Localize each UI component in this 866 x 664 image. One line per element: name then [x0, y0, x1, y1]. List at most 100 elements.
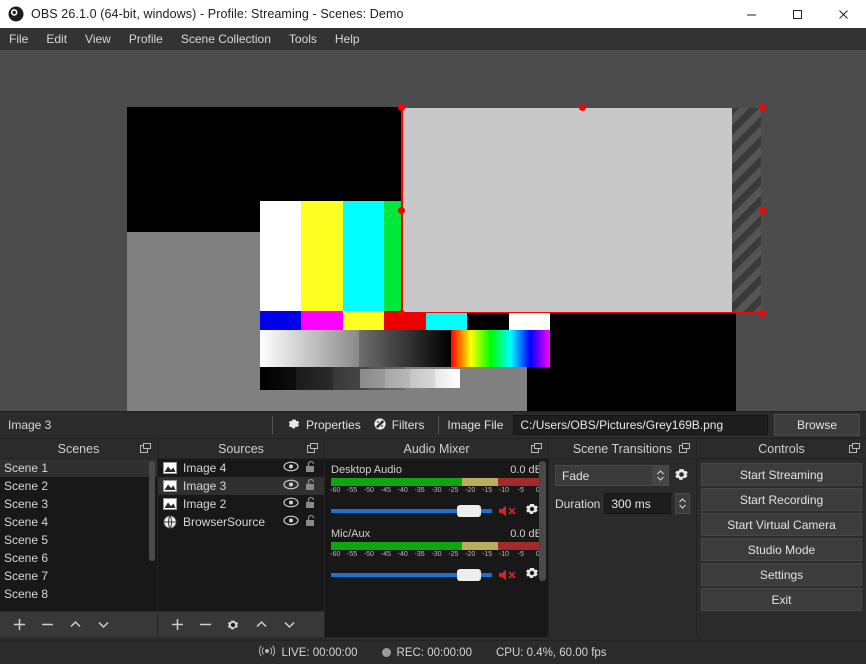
- move-scene-up-button[interactable]: [62, 614, 88, 636]
- scene-transitions-dock-title: Scene Transitions: [549, 439, 696, 459]
- float-dock-icon[interactable]: [679, 443, 690, 454]
- volume-slider-knob[interactable]: [456, 504, 481, 517]
- scenes-scrollbar[interactable]: [149, 461, 155, 561]
- settings-button[interactable]: Settings: [701, 563, 862, 586]
- scenes-title-label: Scenes: [57, 441, 100, 456]
- menu-help[interactable]: Help: [326, 28, 369, 50]
- remove-scene-button[interactable]: [34, 614, 60, 636]
- float-dock-icon[interactable]: [849, 443, 860, 454]
- volume-slider-desktop-audio[interactable]: [331, 504, 492, 518]
- properties-button[interactable]: Properties: [281, 415, 367, 436]
- remove-source-button[interactable]: [192, 614, 218, 636]
- source-image-3-selected[interactable]: [401, 107, 762, 313]
- menu-scene-collection[interactable]: Scene Collection: [172, 28, 280, 50]
- selected-source-name: Image 3: [8, 418, 52, 432]
- unlock-icon[interactable]: [305, 478, 319, 494]
- unlock-icon[interactable]: [305, 460, 319, 476]
- preview-canvas[interactable]: [127, 103, 766, 411]
- grayscale-step-wedge-bright: [360, 369, 460, 388]
- menu-profile[interactable]: Profile: [120, 28, 172, 50]
- scenes-dock-title: Scenes: [0, 439, 157, 459]
- browse-button[interactable]: Browse: [774, 414, 860, 436]
- filters-icon: [373, 417, 387, 434]
- mute-button-desktop-audio[interactable]: [498, 504, 518, 518]
- image-file-label: Image File: [447, 418, 504, 432]
- start-virtual-camera-button[interactable]: Start Virtual Camera: [701, 513, 862, 536]
- add-scene-button[interactable]: [6, 614, 32, 636]
- resize-handle-middle-right[interactable]: [758, 206, 766, 214]
- source-properties-button[interactable]: [220, 614, 246, 636]
- source-item-image-2[interactable]: Image 2: [158, 495, 324, 513]
- unlock-icon[interactable]: [305, 514, 319, 530]
- scene-item-4[interactable]: Scene 4: [0, 513, 157, 531]
- minimize-button[interactable]: [728, 0, 774, 28]
- scene-item-3[interactable]: Scene 3: [0, 495, 157, 513]
- source-label: Image 4: [183, 461, 227, 475]
- scene-item-7[interactable]: Scene 7: [0, 567, 157, 585]
- studio-mode-button[interactable]: Studio Mode: [701, 538, 862, 561]
- chevron-updown-icon[interactable]: [652, 466, 668, 485]
- move-source-up-button[interactable]: [248, 614, 274, 636]
- transition-select[interactable]: Fade: [555, 465, 669, 486]
- menu-file[interactable]: File: [0, 28, 37, 50]
- start-recording-button[interactable]: Start Recording: [701, 488, 862, 511]
- resize-handle-top-center[interactable]: [578, 103, 586, 111]
- resize-handle-bottom-right[interactable]: [758, 309, 766, 317]
- sources-dock: Sources Image 4 Image 3 Image 2 BrowserS…: [157, 439, 324, 637]
- transition-properties-gear-icon[interactable]: [673, 466, 690, 486]
- preview-area[interactable]: [0, 50, 866, 411]
- scene-item-2[interactable]: Scene 2: [0, 477, 157, 495]
- start-streaming-button[interactable]: Start Streaming: [701, 463, 862, 486]
- source-item-image-3[interactable]: Image 3: [158, 477, 324, 495]
- menu-tools[interactable]: Tools: [280, 28, 326, 50]
- scene-transitions-body: Fade Duration 300 ms: [549, 459, 696, 637]
- scenes-footer-toolbar: [0, 611, 157, 637]
- eye-icon[interactable]: [283, 497, 299, 511]
- menu-edit[interactable]: Edit: [37, 28, 76, 50]
- audio-mixer-dock-title: Audio Mixer: [325, 439, 548, 459]
- filters-label: Filters: [391, 418, 425, 432]
- eye-icon[interactable]: [283, 479, 299, 493]
- close-button[interactable]: [820, 0, 866, 28]
- move-scene-down-button[interactable]: [90, 614, 116, 636]
- source-toolbar: Image 3 Properties Filters Image File C:…: [0, 411, 866, 439]
- scene-item-1[interactable]: Scene 1: [0, 459, 157, 477]
- add-source-button[interactable]: [164, 614, 190, 636]
- resize-handle-middle-left[interactable]: [397, 206, 405, 214]
- scenes-list[interactable]: Scene 1 Scene 2 Scene 3 Scene 4 Scene 5 …: [0, 459, 157, 611]
- scene-item-8[interactable]: Scene 8: [0, 585, 157, 603]
- resize-handle-top-right[interactable]: [758, 103, 766, 111]
- eye-icon[interactable]: [283, 515, 299, 529]
- menu-view[interactable]: View: [76, 28, 120, 50]
- source-item-browsersource[interactable]: BrowserSource: [158, 513, 324, 531]
- sources-list[interactable]: Image 4 Image 3 Image 2 BrowserSource: [158, 459, 324, 611]
- resize-handle-top-left[interactable]: [397, 103, 405, 111]
- source-item-image-4[interactable]: Image 4: [158, 459, 324, 477]
- unlock-icon[interactable]: [305, 496, 319, 512]
- duration-stepper[interactable]: [675, 493, 690, 514]
- mixer-scrollbar[interactable]: [539, 461, 546, 581]
- image-source-icon: [163, 461, 177, 475]
- eye-icon[interactable]: [283, 461, 299, 475]
- filters-button[interactable]: Filters: [367, 415, 431, 436]
- scene-item-6[interactable]: Scene 6: [0, 549, 157, 567]
- exit-button[interactable]: Exit: [701, 588, 862, 611]
- mute-button-mic-aux[interactable]: [498, 568, 518, 582]
- move-source-down-button[interactable]: [276, 614, 302, 636]
- scene-transitions-title-label: Scene Transitions: [572, 441, 673, 456]
- audio-mixer-body: Desktop Audio 0.0 dB -60 -55 -50 -45 -40…: [325, 459, 548, 637]
- scene-item-5[interactable]: Scene 5: [0, 531, 157, 549]
- volume-slider-knob[interactable]: [456, 568, 481, 581]
- float-dock-icon[interactable]: [140, 443, 151, 454]
- dock-row: Scenes Scene 1 Scene 2 Scene 3 Scene 4 S…: [0, 439, 866, 637]
- duration-input[interactable]: 300 ms: [604, 493, 671, 514]
- float-dock-icon[interactable]: [307, 443, 318, 454]
- resize-handle-bottom-left[interactable]: [397, 309, 405, 317]
- volume-slider-mic-aux[interactable]: [331, 568, 492, 582]
- controls-dock: Controls Start Streaming Start Recording…: [696, 439, 866, 637]
- maximize-button[interactable]: [774, 0, 820, 28]
- mixer-track-mic-aux: Mic/Aux 0.0 dB -60 -55 -50 -45 -40 -35 -…: [330, 528, 542, 584]
- image-file-input[interactable]: C:/Users/OBS/Pictures/Grey169B.png: [513, 415, 768, 435]
- float-dock-icon[interactable]: [531, 443, 542, 454]
- status-bar: LIVE: 00:00:00 REC: 00:00:00 CPU: 0.4%, …: [0, 640, 866, 664]
